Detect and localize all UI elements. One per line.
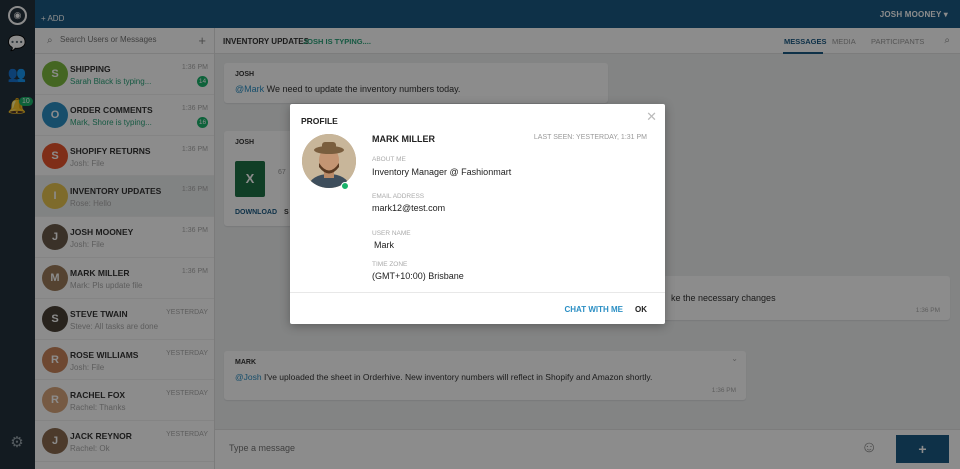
email-label: EMAIL ADDRESS [372, 193, 425, 200]
timezone-label: TIME ZONE [372, 261, 408, 268]
username-value: Mark [374, 240, 394, 250]
close-icon[interactable]: ✕ [646, 109, 657, 125]
online-status-dot [341, 182, 349, 190]
email-value: mark12@test.com [372, 203, 446, 213]
chat-with-me-button[interactable]: CHAT WITH ME [564, 305, 623, 314]
about-value: Inventory Manager @ Fashionmart [372, 167, 512, 177]
modal-title: PROFILE [301, 116, 338, 126]
avatar [302, 134, 356, 188]
timezone-value: (GMT+10:00) Brisbane [372, 271, 464, 281]
profile-modal: PROFILE ✕ MARK MILLER LAST SEEN: YESTERD… [290, 104, 665, 324]
modal-footer: CHAT WITH ME OK [290, 292, 665, 324]
last-seen: LAST SEEN: YESTERDAY, 1:31 PM [533, 134, 647, 141]
profile-name: MARK MILLER [372, 134, 435, 144]
username-label: USER NAME [372, 230, 411, 237]
about-label: ABOUT ME [372, 156, 406, 163]
ok-button[interactable]: OK [635, 305, 647, 314]
